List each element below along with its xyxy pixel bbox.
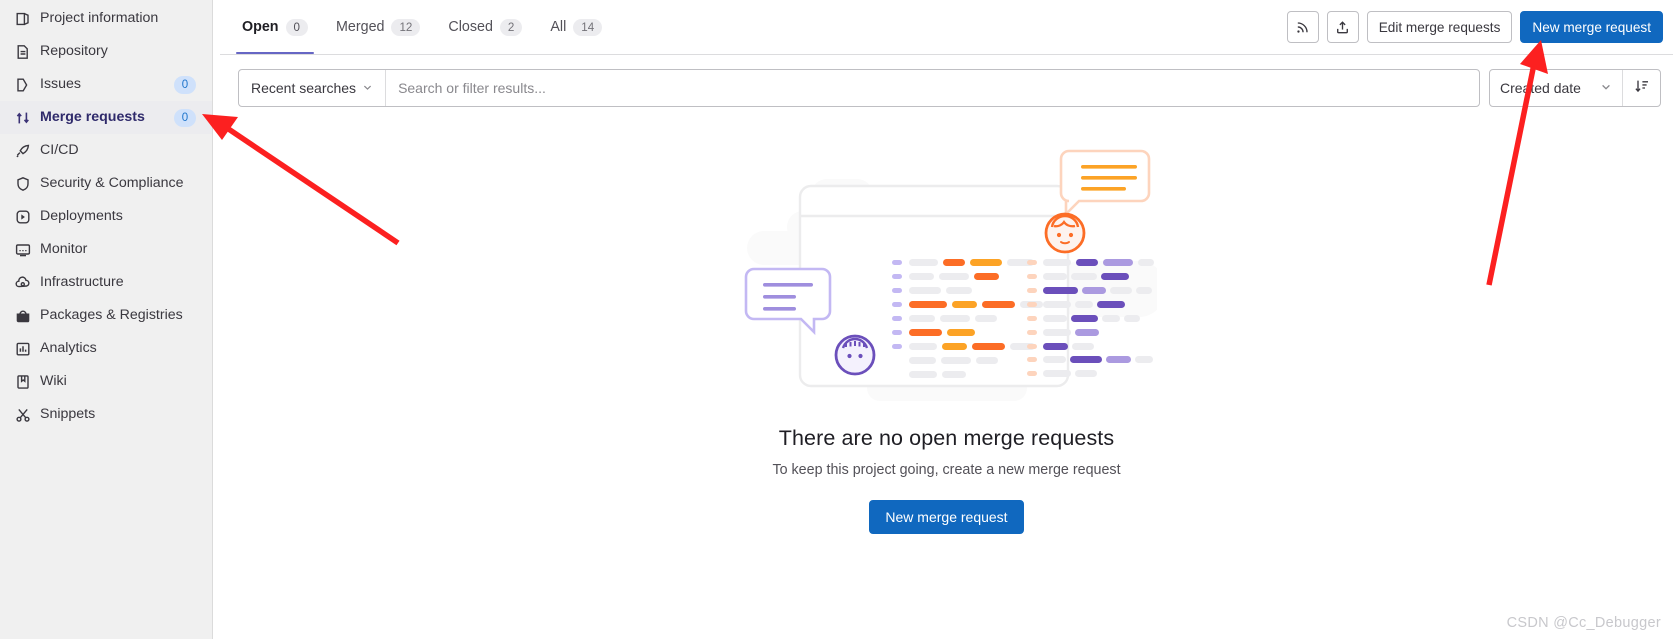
sidebar-item-monitor[interactable]: Monitor (0, 233, 212, 266)
tab-merged[interactable]: Merged 12 (322, 0, 434, 54)
tab-count: 0 (285, 18, 308, 36)
search-input[interactable] (386, 70, 1479, 106)
empty-state-title: There are no open merge requests (778, 426, 1115, 450)
sidebar-item-label: Wiki (40, 373, 67, 390)
sidebar-item-ci-cd[interactable]: CI/CD (0, 134, 212, 167)
tab-all[interactable]: All 14 (536, 0, 616, 54)
tab-closed[interactable]: Closed 2 (434, 0, 536, 54)
merge-requests-main: Open 0 Merged 12 Closed 2 All 14 Edit me… (213, 0, 1673, 639)
sidebar-item-label: Snippets (40, 406, 96, 423)
sidebar-item-label: Packages & Registries (40, 307, 183, 324)
shield-icon (14, 175, 31, 192)
snippets-icon (14, 406, 31, 423)
sort-by-value: Created date (1500, 80, 1581, 96)
tab-label: All (550, 18, 567, 35)
ci-cd-icon (14, 142, 31, 159)
tab-label: Merged (336, 18, 385, 35)
sidebar-item-label: Merge requests (40, 109, 145, 126)
chevron-down-icon (362, 80, 373, 96)
sort-by-dropdown[interactable]: Created date (1490, 70, 1622, 106)
sidebar-item-snippets[interactable]: Snippets (0, 398, 212, 431)
tab-label: Closed (448, 18, 493, 35)
monitor-icon (14, 241, 31, 258)
chevron-down-icon (1600, 80, 1612, 96)
search-filter-group: Recent searches (238, 69, 1480, 107)
export-button[interactable] (1326, 11, 1359, 43)
sidebar-item-wiki[interactable]: Wiki (0, 365, 212, 398)
deployments-icon (14, 208, 31, 225)
sidebar-badge-merge-requests: 0 (174, 108, 196, 127)
sidebar-item-packages-registries[interactable]: Packages & Registries (0, 299, 212, 332)
tab-count: 2 (499, 18, 523, 36)
project-sidebar: Project information Repository Issues 0 (0, 0, 213, 639)
repository-icon (14, 43, 31, 60)
rss-feed-icon (1295, 20, 1310, 35)
sidebar-item-label: Infrastructure (40, 274, 124, 291)
sidebar-badge-issues: 0 (174, 75, 196, 94)
sidebar-item-label: CI/CD (40, 142, 79, 159)
sidebar-item-deployments[interactable]: Deployments (0, 200, 212, 233)
sidebar-item-issues[interactable]: Issues 0 (0, 68, 212, 101)
empty-state: There are no open merge requests To keep… (220, 121, 1673, 534)
filter-bar: Recent searches Created date (220, 55, 1673, 121)
gitlab-merge-requests-page: Project information Repository Issues 0 (0, 0, 1673, 639)
analytics-icon (14, 340, 31, 357)
package-icon (14, 307, 31, 324)
tab-count: 12 (391, 18, 421, 36)
sidebar-item-label: Repository (40, 43, 108, 60)
wiki-icon (14, 373, 31, 390)
merge-requests-tabs-row: Open 0 Merged 12 Closed 2 All 14 Edit me… (220, 0, 1673, 55)
empty-state-description: To keep this project going, create a new… (772, 462, 1121, 478)
sidebar-item-label: Monitor (40, 241, 88, 258)
new-merge-request-button[interactable]: New merge request (1520, 11, 1663, 43)
empty-state-new-merge-request-button[interactable]: New merge request (869, 500, 1024, 534)
edit-merge-requests-button[interactable]: Edit merge requests (1366, 11, 1513, 43)
sidebar-item-infrastructure[interactable]: Infrastructure (0, 266, 212, 299)
state-tabs: Open 0 Merged 12 Closed 2 All 14 (220, 0, 616, 54)
toolbar-actions: Edit merge requests New merge request (1286, 0, 1673, 54)
recent-searches-dropdown[interactable]: Recent searches (239, 70, 387, 106)
sidebar-item-security-compliance[interactable]: Security & Compliance (0, 167, 212, 200)
no-merge-requests-illustration (744, 149, 1157, 401)
infrastructure-icon (14, 274, 31, 291)
sort-direction-button[interactable] (1622, 70, 1660, 106)
tab-count: 14 (573, 18, 603, 36)
sidebar-item-label: Project information (40, 10, 159, 27)
project-information-icon (14, 10, 31, 27)
sidebar-item-label: Deployments (40, 208, 123, 225)
sort-controls: Created date (1489, 69, 1661, 107)
tab-open[interactable]: Open 0 (228, 0, 322, 54)
export-upload-icon (1335, 20, 1350, 35)
tab-label: Open (242, 18, 279, 35)
sidebar-item-merge-requests[interactable]: Merge requests 0 (0, 101, 212, 134)
sidebar-item-label: Security & Compliance (40, 175, 184, 192)
sidebar-item-label: Issues (40, 76, 82, 93)
sidebar-item-repository[interactable]: Repository (0, 35, 212, 68)
sidebar-item-project-information[interactable]: Project information (0, 2, 212, 35)
issues-icon (14, 76, 31, 93)
sidebar-item-analytics[interactable]: Analytics (0, 332, 212, 365)
merge-requests-icon (14, 109, 31, 126)
sidebar-item-label: Analytics (40, 340, 97, 357)
recent-searches-label: Recent searches (251, 80, 357, 96)
csdn-watermark: CSDN @Cc_Debugger (1506, 615, 1661, 631)
sort-descending-icon (1634, 78, 1650, 99)
rss-feed-button[interactable] (1286, 11, 1319, 43)
